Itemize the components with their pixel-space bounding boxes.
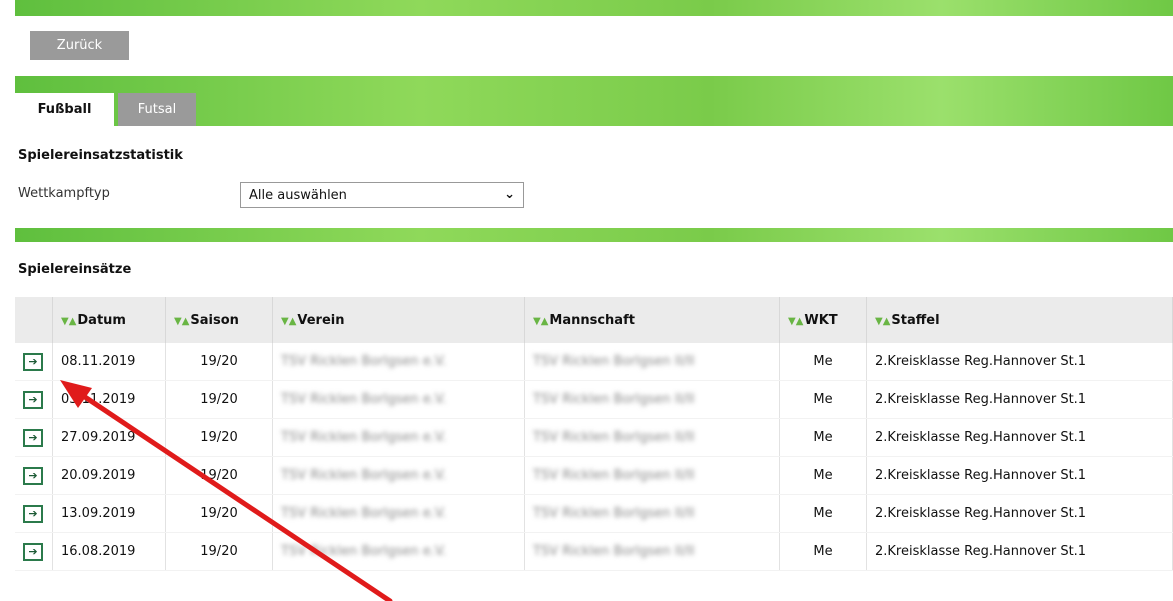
table-row: ➔ 03.11.2019 19/20 TSV Ricklen Borlgsen … bbox=[15, 380, 1173, 419]
column-header-mannschaft[interactable]: ▼▲Mannschaft bbox=[524, 297, 780, 343]
arrow-right-icon[interactable]: ➔ bbox=[23, 390, 43, 409]
sort-icon: ▼▲ bbox=[788, 315, 804, 327]
table-row: ➔ 13.09.2019 19/20 TSV Ricklen Borlgsen … bbox=[15, 494, 1173, 533]
column-header-verein[interactable]: ▼▲Verein bbox=[272, 297, 525, 343]
arrow-right-icon[interactable]: ➔ bbox=[23, 504, 43, 523]
cell-datum: 13.09.2019 bbox=[52, 494, 166, 533]
cell-datum: 08.11.2019 bbox=[52, 343, 166, 381]
section-divider-banner bbox=[15, 228, 1173, 242]
cell-staffel: 2.Kreisklasse Reg.Hannover St.1 bbox=[866, 532, 1173, 571]
column-header-staffel[interactable]: ▼▲Staffel bbox=[866, 297, 1173, 343]
cell-verein: TSV Ricklen Borlgsen e.V. bbox=[281, 354, 447, 369]
einsaetze-table: ▼▲Datum ▼▲Saison ▼▲Verein ▼▲Mannschaft ▼… bbox=[15, 297, 1173, 571]
arrow-right-icon[interactable]: ➔ bbox=[23, 352, 43, 371]
table-row: ➔ 27.09.2019 19/20 TSV Ricklen Borlgsen … bbox=[15, 418, 1173, 457]
cell-verein: TSV Ricklen Borlgsen e.V. bbox=[281, 544, 447, 559]
cell-staffel: 2.Kreisklasse Reg.Hannover St.1 bbox=[866, 494, 1173, 533]
cell-saison: 19/20 bbox=[165, 418, 273, 457]
cell-wkt: Me bbox=[779, 343, 867, 381]
cell-datum: 03.11.2019 bbox=[52, 380, 166, 419]
sort-icon: ▼▲ bbox=[875, 315, 891, 327]
cell-mannschaft: TSV Ricklen Borlgsen II/II bbox=[533, 354, 695, 369]
cell-saison: 19/20 bbox=[165, 380, 273, 419]
column-header-saison[interactable]: ▼▲Saison bbox=[165, 297, 273, 343]
cell-mannschaft: TSV Ricklen Borlgsen II/II bbox=[533, 392, 695, 407]
cell-verein: TSV Ricklen Borlgsen e.V. bbox=[281, 430, 447, 445]
cell-verein: TSV Ricklen Borlgsen e.V. bbox=[281, 506, 447, 521]
cell-wkt: Me bbox=[779, 456, 867, 495]
cell-saison: 19/20 bbox=[165, 343, 273, 381]
cell-datum: 16.08.2019 bbox=[52, 532, 166, 571]
cell-wkt: Me bbox=[779, 532, 867, 571]
cell-staffel: 2.Kreisklasse Reg.Hannover St.1 bbox=[866, 380, 1173, 419]
wettkampftyp-select[interactable]: Alle auswählen ⌄ bbox=[240, 182, 524, 208]
column-header-wkt[interactable]: ▼▲WKT bbox=[779, 297, 867, 343]
arrow-right-icon[interactable]: ➔ bbox=[23, 542, 43, 561]
sort-icon: ▼▲ bbox=[533, 315, 549, 327]
wettkampftyp-select-value: Alle auswählen bbox=[249, 187, 347, 203]
cell-mannschaft: TSV Ricklen Borlgsen II/II bbox=[533, 506, 695, 521]
cell-saison: 19/20 bbox=[165, 494, 273, 533]
section-title-statistik: Spielereinsatzstatistik bbox=[18, 148, 183, 163]
cell-staffel: 2.Kreisklasse Reg.Hannover St.1 bbox=[866, 418, 1173, 457]
sort-icon: ▼▲ bbox=[61, 315, 77, 327]
cell-mannschaft: TSV Ricklen Borlgsen II/II bbox=[533, 544, 695, 559]
cell-datum: 20.09.2019 bbox=[52, 456, 166, 495]
arrow-right-icon[interactable]: ➔ bbox=[23, 466, 43, 485]
cell-wkt: Me bbox=[779, 380, 867, 419]
cell-saison: 19/20 bbox=[165, 456, 273, 495]
cell-verein: TSV Ricklen Borlgsen e.V. bbox=[281, 392, 447, 407]
cell-mannschaft: TSV Ricklen Borlgsen II/II bbox=[533, 468, 695, 483]
header-banner-top bbox=[15, 0, 1173, 16]
column-header-datum[interactable]: ▼▲Datum bbox=[52, 297, 166, 343]
chevron-down-icon: ⌄ bbox=[504, 187, 515, 202]
table-row: ➔ 16.08.2019 19/20 TSV Ricklen Borlgsen … bbox=[15, 532, 1173, 571]
arrow-right-icon[interactable]: ➔ bbox=[23, 428, 43, 447]
cell-wkt: Me bbox=[779, 418, 867, 457]
wettkampftyp-label: Wettkampftyp bbox=[18, 186, 110, 201]
sort-icon: ▼▲ bbox=[174, 315, 190, 327]
table-row: ➔ 08.11.2019 19/20 TSV Ricklen Borlgsen … bbox=[15, 343, 1173, 381]
back-button[interactable]: Zurück bbox=[30, 31, 129, 60]
cell-mannschaft: TSV Ricklen Borlgsen II/II bbox=[533, 430, 695, 445]
tab-futsal[interactable]: Futsal bbox=[118, 93, 196, 126]
cell-saison: 19/20 bbox=[165, 532, 273, 571]
cell-verein: TSV Ricklen Borlgsen e.V. bbox=[281, 468, 447, 483]
column-header-action bbox=[15, 297, 53, 343]
sort-icon: ▼▲ bbox=[281, 315, 297, 327]
table-row: ➔ 20.09.2019 19/20 TSV Ricklen Borlgsen … bbox=[15, 456, 1173, 495]
tab-fussball[interactable]: Fußball bbox=[15, 93, 114, 126]
table-header-row: ▼▲Datum ▼▲Saison ▼▲Verein ▼▲Mannschaft ▼… bbox=[15, 297, 1173, 343]
cell-staffel: 2.Kreisklasse Reg.Hannover St.1 bbox=[866, 343, 1173, 381]
cell-staffel: 2.Kreisklasse Reg.Hannover St.1 bbox=[866, 456, 1173, 495]
section-title-einsaetze: Spielereinsätze bbox=[18, 262, 132, 277]
cell-datum: 27.09.2019 bbox=[52, 418, 166, 457]
cell-wkt: Me bbox=[779, 494, 867, 533]
